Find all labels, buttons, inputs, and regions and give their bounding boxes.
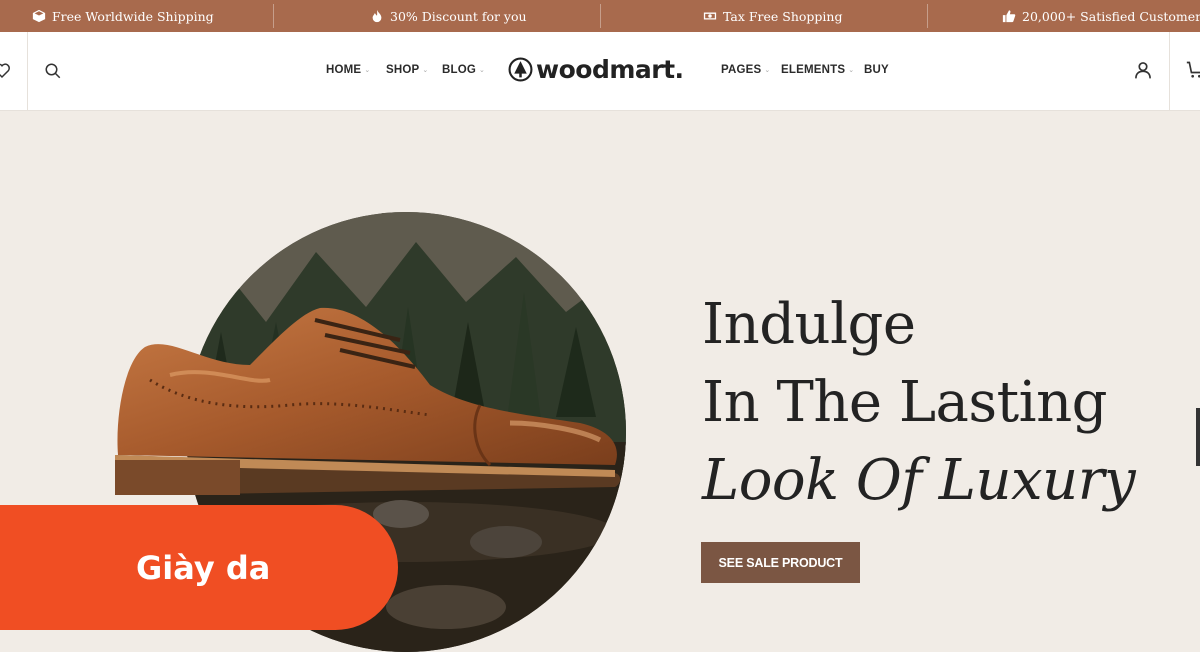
nav-buy[interactable]: BUY: [864, 64, 889, 76]
promo-label: 20,000+ Satisfied Customers: [1022, 8, 1200, 24]
logo-text: woodmart.: [536, 55, 684, 84]
nav-home[interactable]: HOME ⌄: [326, 64, 370, 76]
heart-icon[interactable]: [0, 62, 11, 80]
flame-icon: [372, 9, 382, 23]
site-header: HOME ⌄ SHOP ⌄ BLOG ⌄ woodmart. PAGES ⌄ ELEME…: [0, 32, 1200, 111]
header-divider: [1169, 32, 1170, 110]
site-logo[interactable]: woodmart.: [508, 55, 684, 84]
chevron-down-icon: ⌄: [479, 67, 486, 74]
thumbs-up-icon: [1002, 10, 1016, 23]
leather-shoe-image: [115, 307, 621, 495]
nav-label: ELEMENTS: [781, 64, 846, 76]
promo-divider: [927, 4, 928, 28]
search-icon[interactable]: [44, 62, 62, 80]
promo-item-discount: 30% Discount for you: [370, 0, 527, 32]
scroll-edge-marker: [1196, 408, 1200, 466]
promo-item-customers: 20,000+ Satisfied Customers: [1002, 0, 1200, 32]
nav-elements[interactable]: ELEMENTS ⌄: [781, 64, 854, 76]
see-sale-product-button[interactable]: SEE SALE PRODUCT: [701, 542, 860, 583]
promo-label: 30% Discount for you: [390, 8, 527, 24]
promo-label: Tax Free Shopping: [723, 8, 843, 24]
nav-label: BUY: [864, 64, 889, 76]
nav-pages[interactable]: PAGES ⌄: [721, 64, 771, 76]
promo-bar: Free Worldwide Shipping 30% Discount for…: [0, 0, 1200, 32]
chevron-down-icon: ⌄: [764, 67, 771, 74]
promo-item-tax: Tax Free Shopping: [703, 0, 842, 32]
header-divider: [27, 32, 28, 110]
chevron-down-icon: ⌄: [364, 67, 371, 74]
promo-label: Free Worldwide Shipping: [52, 8, 214, 24]
headline-line-3: Look Of Luxury: [702, 448, 1136, 513]
promo-divider: [273, 4, 274, 28]
promo-item-shipping: Free Worldwide Shipping: [32, 0, 214, 32]
headline-line-2: In The Lasting: [702, 370, 1108, 435]
box-icon: [32, 9, 46, 23]
chevron-down-icon: ⌄: [422, 67, 429, 74]
banknote-icon: [703, 12, 717, 20]
nav-blog[interactable]: BLOG ⌄: [442, 64, 485, 76]
nav-label: PAGES: [721, 64, 762, 76]
nav-shop[interactable]: SHOP ⌄: [386, 64, 428, 76]
hero-headline: Indulge In The Lasting Look Of Luxury: [702, 286, 1136, 520]
tree-logo-icon: [508, 57, 533, 82]
category-badge: Giày da: [0, 505, 398, 630]
user-icon[interactable]: [1133, 60, 1153, 80]
nav-label: HOME: [326, 64, 362, 76]
cart-icon[interactable]: [1186, 60, 1200, 80]
nav-label: SHOP: [386, 64, 420, 76]
badge-label: Giày da: [136, 548, 271, 587]
chevron-down-icon: ⌄: [848, 67, 855, 74]
promo-divider: [600, 4, 601, 28]
headline-line-1: Indulge: [702, 292, 916, 357]
nav-label: BLOG: [442, 64, 477, 76]
